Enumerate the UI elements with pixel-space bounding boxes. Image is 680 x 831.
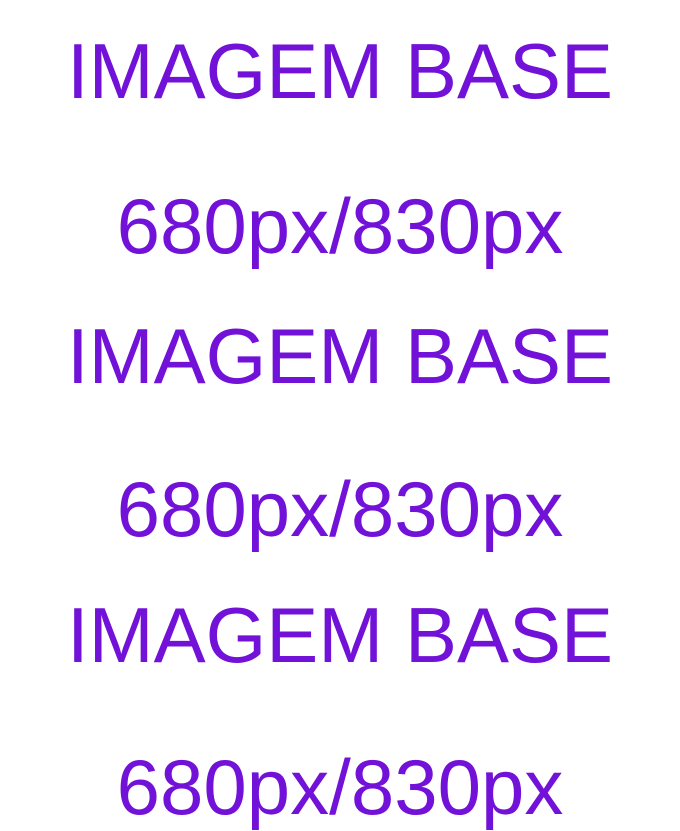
base-image-title-2: IMAGEM BASE	[66, 312, 614, 400]
dimensions-label-3: 680px/830px	[116, 743, 564, 831]
dimensions-label-2: 680px/830px	[116, 465, 564, 553]
base-image-title-1: IMAGEM BASE	[66, 27, 614, 115]
dimensions-label-1: 680px/830px	[116, 182, 564, 270]
base-image-title-3: IMAGEM BASE	[66, 591, 614, 679]
